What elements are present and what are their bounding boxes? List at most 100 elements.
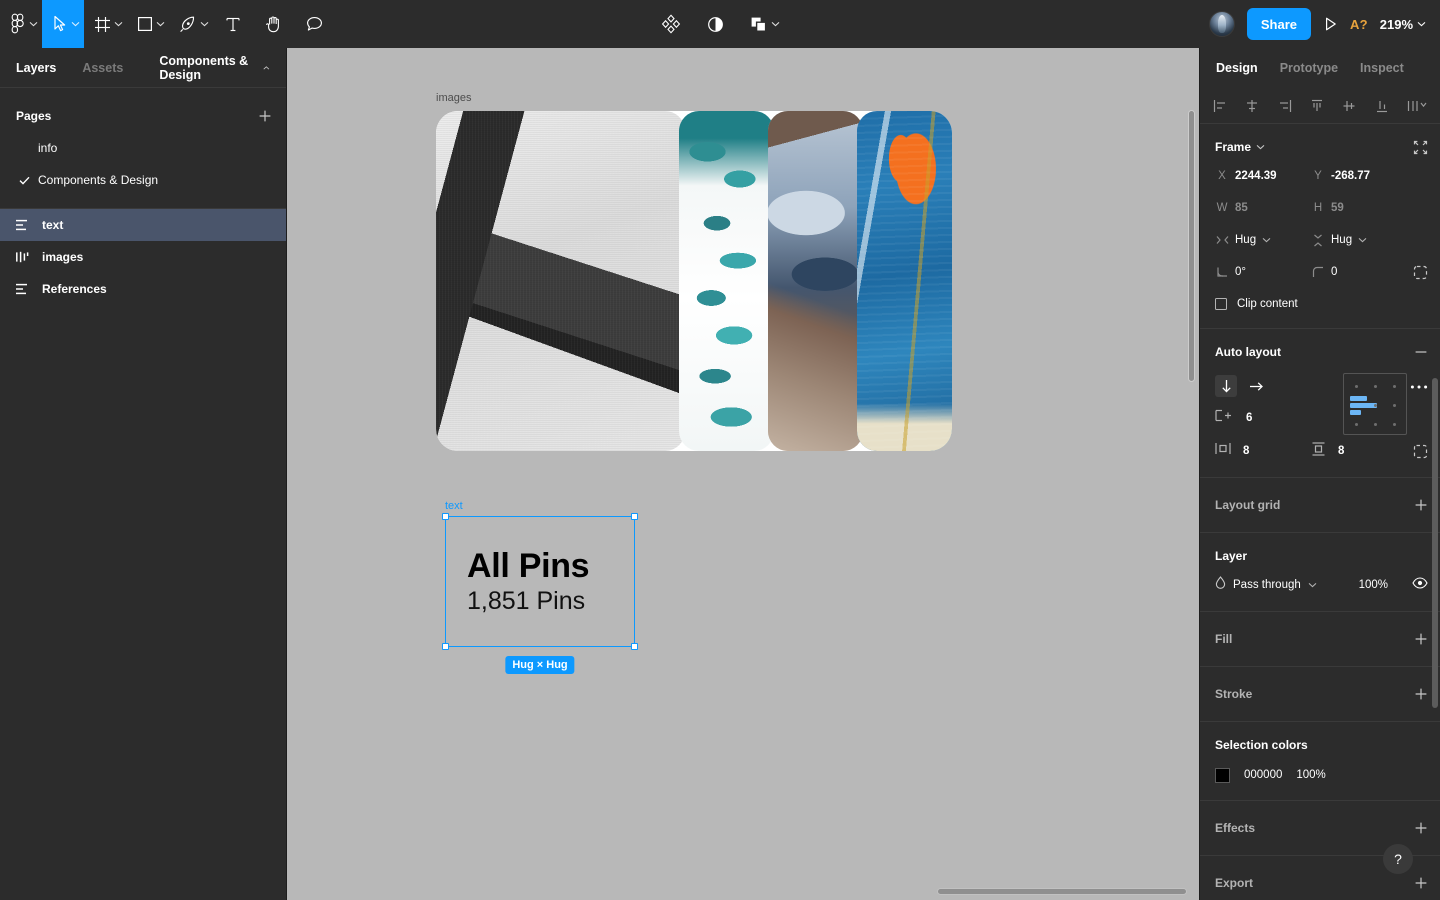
gap-value: 6 bbox=[1246, 412, 1253, 424]
add-stroke-button[interactable] bbox=[1414, 687, 1428, 701]
clip-content-checkbox[interactable] bbox=[1215, 298, 1227, 310]
toolbar-tool-group bbox=[0, 0, 335, 48]
right-panel-scrollbar[interactable] bbox=[1432, 378, 1438, 708]
tab-design[interactable]: Design bbox=[1216, 61, 1258, 75]
image-blue-orange-paint[interactable] bbox=[857, 111, 952, 451]
corner-radius-field[interactable]: 0 bbox=[1311, 266, 1407, 278]
align-bottom-icon[interactable] bbox=[1374, 98, 1390, 114]
hand-tool-button[interactable] bbox=[253, 0, 294, 48]
resize-handle-bottom-left[interactable] bbox=[442, 643, 449, 650]
help-button[interactable]: ? bbox=[1383, 844, 1413, 874]
stroke-header: Stroke bbox=[1200, 681, 1440, 707]
image-blue-brown-fabric[interactable] bbox=[768, 111, 864, 451]
components-button[interactable] bbox=[657, 0, 685, 48]
align-left-icon[interactable] bbox=[1212, 98, 1228, 114]
y-field[interactable]: Y -268.77 bbox=[1311, 170, 1407, 182]
align-vertical-centers-icon[interactable] bbox=[1341, 98, 1357, 114]
move-tool-button[interactable] bbox=[42, 0, 84, 48]
collapse-corners-button[interactable] bbox=[1413, 140, 1428, 155]
color-swatch[interactable] bbox=[1215, 767, 1230, 783]
add-fill-button[interactable] bbox=[1414, 632, 1428, 646]
left-panel-tabs: Layers Assets Components & Design bbox=[0, 48, 286, 88]
vertical-padding-icon bbox=[1311, 441, 1326, 461]
accessibility-button[interactable]: A? bbox=[1350, 17, 1368, 32]
main-menu-button[interactable] bbox=[0, 0, 42, 48]
direction-vertical-button[interactable] bbox=[1215, 375, 1237, 397]
frame-title-group[interactable]: Frame bbox=[1215, 140, 1265, 154]
present-button[interactable] bbox=[1323, 16, 1338, 32]
auto-layout-more-button[interactable] bbox=[1410, 377, 1428, 395]
distribute-icon[interactable] bbox=[1406, 98, 1428, 114]
width-field[interactable]: W 85 bbox=[1215, 202, 1311, 214]
add-layout-grid-button[interactable] bbox=[1414, 498, 1428, 512]
page-label: Components & Design bbox=[38, 173, 159, 187]
frame-label-images[interactable]: images bbox=[436, 92, 471, 104]
figma-logo-icon bbox=[11, 13, 24, 34]
tab-inspect[interactable]: Inspect bbox=[1360, 61, 1404, 75]
pages-title: Pages bbox=[16, 109, 52, 123]
pen-tool-button[interactable] bbox=[169, 0, 213, 48]
tab-layers[interactable]: Layers bbox=[16, 61, 56, 75]
horizontal-resize-field[interactable]: Hug bbox=[1215, 234, 1311, 246]
tab-prototype[interactable]: Prototype bbox=[1280, 61, 1338, 75]
resize-handle-top-right[interactable] bbox=[631, 513, 638, 520]
clip-content-row[interactable]: Clip content bbox=[1200, 288, 1440, 316]
color-opacity-value[interactable]: 100% bbox=[1296, 769, 1325, 781]
canvas-horizontal-scrollbar[interactable] bbox=[937, 888, 1187, 895]
selection-name-label[interactable]: text bbox=[445, 500, 463, 512]
gap-field[interactable]: 6 bbox=[1215, 401, 1335, 435]
text-tool-button[interactable] bbox=[213, 0, 253, 48]
layer-visibility-button[interactable] bbox=[1412, 576, 1428, 594]
shape-tool-button[interactable] bbox=[127, 0, 169, 48]
mask-button[interactable] bbox=[703, 0, 728, 48]
horizontal-resize-icon bbox=[1215, 235, 1229, 245]
plus-icon bbox=[1415, 877, 1427, 889]
layer-opacity-value[interactable]: 100% bbox=[1359, 579, 1388, 591]
auto-layout-alignment-grid[interactable] bbox=[1343, 373, 1407, 435]
file-name-menu[interactable]: Components & Design bbox=[159, 54, 270, 82]
share-button[interactable]: Share bbox=[1246, 8, 1312, 40]
selected-text-frame[interactable]: All Pins 1,851 Pins bbox=[442, 513, 638, 650]
position-row: X 2244.39 Y -268.77 bbox=[1200, 160, 1440, 192]
align-top-icon[interactable] bbox=[1309, 98, 1325, 114]
add-export-button[interactable] bbox=[1414, 876, 1428, 890]
user-avatar[interactable] bbox=[1208, 11, 1235, 37]
tab-assets[interactable]: Assets bbox=[82, 61, 123, 75]
x-field[interactable]: X 2244.39 bbox=[1215, 170, 1311, 182]
zoom-control[interactable]: 219% bbox=[1380, 17, 1430, 32]
page-item-components-design[interactable]: Components & Design bbox=[0, 164, 286, 196]
add-effect-button[interactable] bbox=[1414, 821, 1428, 835]
page-item-info[interactable]: info bbox=[0, 132, 286, 164]
color-hex-value[interactable]: 000000 bbox=[1244, 769, 1282, 781]
boolean-button[interactable] bbox=[746, 0, 784, 48]
resize-handle-top-left[interactable] bbox=[442, 513, 449, 520]
resize-handle-bottom-right[interactable] bbox=[631, 643, 638, 650]
layer-item-references[interactable]: References bbox=[0, 273, 286, 305]
remove-auto-layout-button[interactable] bbox=[1414, 345, 1428, 359]
corner-radius-icon bbox=[1311, 266, 1325, 278]
independent-corners-button[interactable] bbox=[1413, 265, 1428, 280]
blend-mode-dropdown[interactable]: Pass through bbox=[1215, 576, 1317, 594]
canvas-vertical-scrollbar[interactable] bbox=[1188, 110, 1195, 382]
chevron-down-icon bbox=[200, 21, 209, 27]
image-grayscale-road-markings[interactable] bbox=[436, 111, 686, 451]
vertical-resize-field[interactable]: Hug bbox=[1311, 234, 1407, 247]
images-frame[interactable] bbox=[436, 111, 952, 451]
advanced-layout-button[interactable] bbox=[1413, 444, 1428, 459]
vertical-padding-field[interactable]: 8 bbox=[1311, 441, 1407, 461]
layer-item-images[interactable]: images bbox=[0, 241, 286, 273]
selected-frame-wrapper: text All Pins 1,851 Pins Hug × Hug bbox=[442, 500, 638, 674]
comment-tool-button[interactable] bbox=[294, 0, 335, 48]
rotation-field[interactable]: 0° bbox=[1215, 266, 1311, 278]
layer-item-text[interactable]: text bbox=[0, 209, 286, 241]
frame-tool-button[interactable] bbox=[84, 0, 127, 48]
align-horizontal-centers-icon[interactable] bbox=[1244, 98, 1260, 114]
direction-horizontal-button[interactable] bbox=[1245, 375, 1267, 397]
horizontal-padding-field[interactable]: 8 bbox=[1215, 442, 1311, 460]
add-page-button[interactable] bbox=[258, 109, 272, 123]
height-field[interactable]: H 59 bbox=[1311, 202, 1407, 214]
image-turquoise-sea-foam[interactable] bbox=[679, 111, 775, 451]
align-right-icon[interactable] bbox=[1277, 98, 1293, 114]
design-canvas[interactable]: images text All Pins 1,851 Pins Hug × Hu… bbox=[287, 48, 1199, 900]
plus-icon bbox=[1415, 688, 1427, 700]
